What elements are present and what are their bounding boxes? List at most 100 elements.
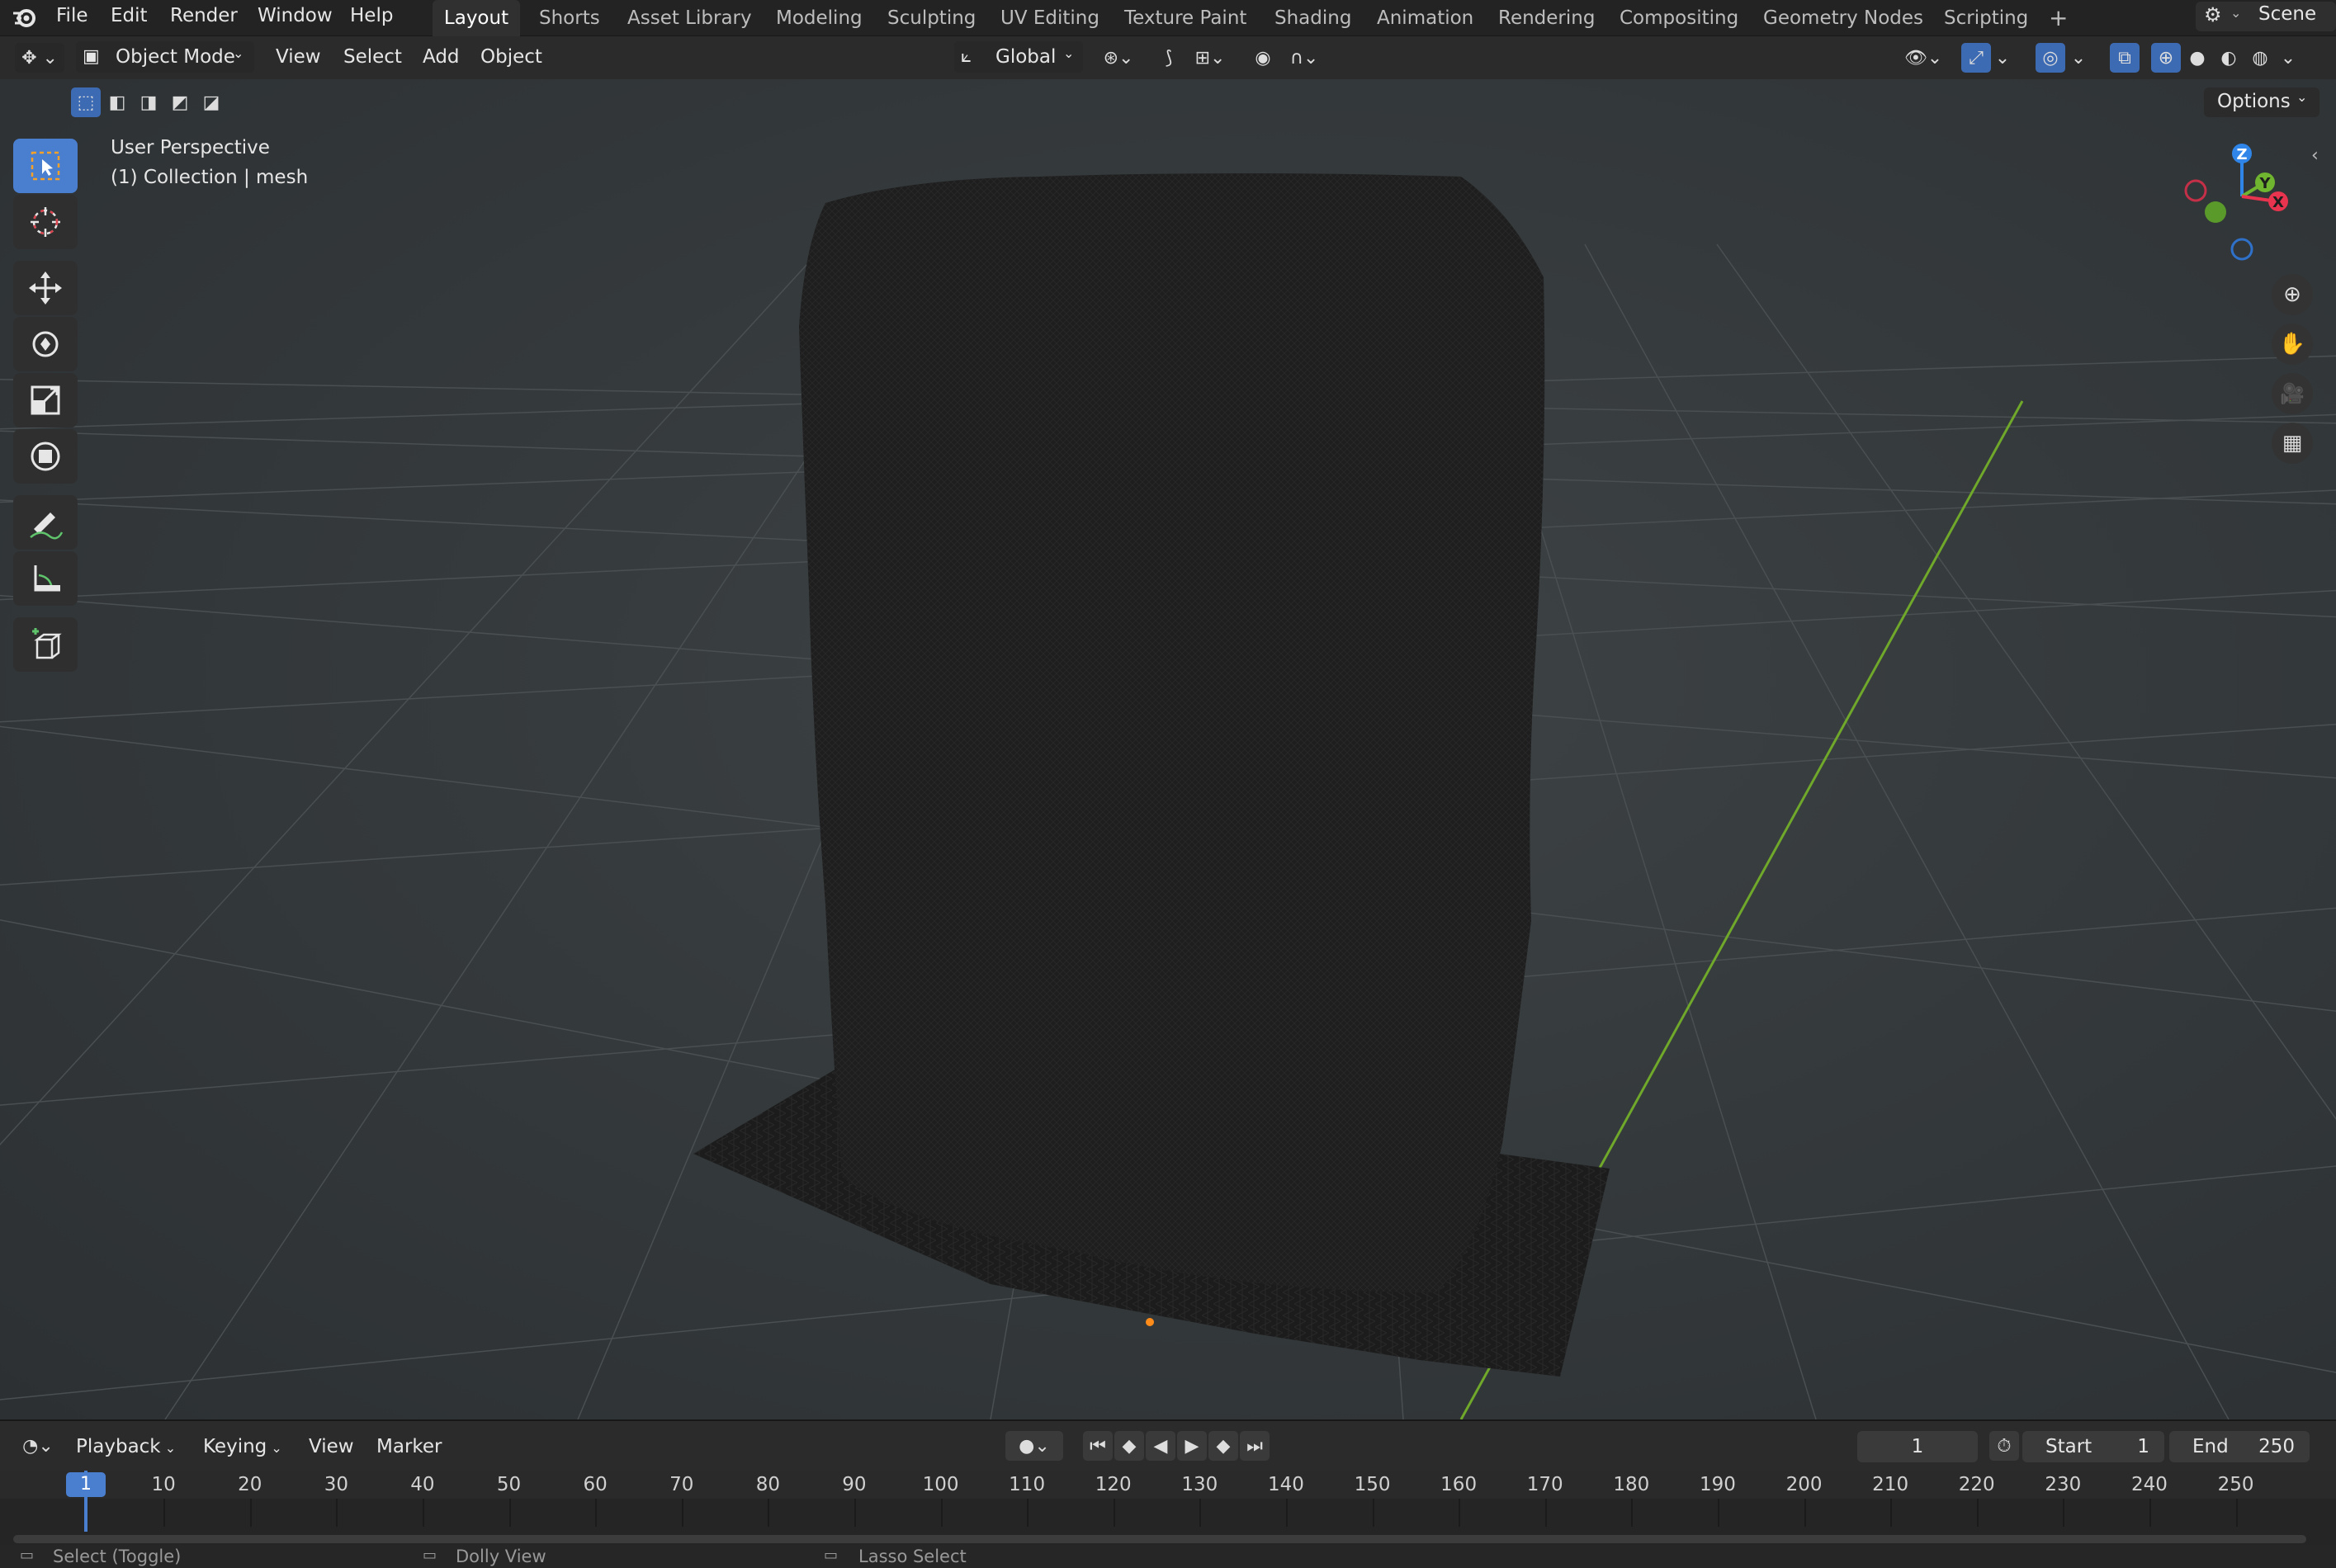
mouse-left-icon: ▭ bbox=[20, 1547, 35, 1564]
tab-geometry-nodes[interactable]: Geometry Nodes bbox=[1763, 0, 1923, 36]
timeline-marker-menu[interactable]: Marker bbox=[376, 1431, 442, 1462]
tab-compositing[interactable]: Compositing bbox=[1620, 0, 1738, 36]
jump-start-icon[interactable]: ⏮ bbox=[1083, 1431, 1113, 1461]
select-intersect-icon[interactable]: ◪ bbox=[196, 87, 226, 117]
camera-view-icon[interactable]: 🎥 bbox=[2272, 373, 2313, 414]
select-box-icon bbox=[31, 151, 60, 181]
rotate-tool[interactable] bbox=[13, 317, 78, 371]
timeline-body[interactable]: 10 20 30 40 50 60 70 80 90 100 110 120 130 140 150 160 1… bbox=[0, 1471, 2336, 1545]
tab-shading[interactable]: Shading bbox=[1274, 0, 1351, 36]
navigation-gizmo[interactable]: Z Y X bbox=[2174, 137, 2315, 277]
editor-type-clock-icon[interactable]: ◔⌄ bbox=[13, 1431, 63, 1461]
select-subtract-icon[interactable]: ◨ bbox=[134, 87, 163, 117]
frame-label: 160 bbox=[1440, 1474, 1478, 1495]
overlays-toggle-icon[interactable]: ◎ bbox=[2036, 43, 2065, 73]
blender-logo-icon[interactable] bbox=[12, 5, 38, 31]
cursor-tool[interactable] bbox=[13, 195, 78, 249]
jump-end-icon[interactable]: ⏭ bbox=[1240, 1431, 1270, 1461]
gizmo-neg-x-icon[interactable] bbox=[2184, 179, 2207, 202]
frame-tick bbox=[1544, 1499, 1547, 1527]
tab-shorts[interactable]: Shorts bbox=[539, 0, 600, 36]
select-extend-icon[interactable]: ◧ bbox=[102, 87, 132, 117]
frame-label: 250 bbox=[2217, 1474, 2254, 1495]
sidebar-collapse-icon[interactable]: ‹ bbox=[2311, 145, 2319, 166]
tab-texture-paint[interactable]: Texture Paint bbox=[1124, 0, 1246, 36]
editor-type-icon[interactable]: ✥ ⌄ bbox=[15, 43, 64, 73]
use-preview-range-icon[interactable]: ⏱ bbox=[1989, 1431, 2019, 1461]
tab-scripting[interactable]: Scripting bbox=[1944, 0, 2028, 36]
tab-asset-library[interactable]: Asset Library bbox=[627, 0, 752, 36]
chevron-down-icon[interactable]: ⌄ bbox=[1993, 43, 2012, 73]
rendered-shading-icon[interactable]: ◍ bbox=[2245, 43, 2275, 73]
playhead-frame-badge[interactable]: 1 bbox=[66, 1472, 106, 1497]
frame-tick bbox=[1804, 1499, 1806, 1527]
tab-sculpting[interactable]: Sculpting bbox=[887, 0, 976, 36]
material-shading-icon[interactable]: ◐ bbox=[2214, 43, 2244, 73]
prev-keyframe-icon[interactable]: ◆ bbox=[1114, 1431, 1144, 1461]
chevron-down-icon[interactable]: ⌄ bbox=[2278, 43, 2298, 73]
menu-view[interactable]: View bbox=[276, 41, 321, 73]
select-difference-icon[interactable]: ◩ bbox=[165, 87, 195, 117]
menu-object[interactable]: Object bbox=[480, 41, 542, 73]
add-cube-tool[interactable] bbox=[13, 617, 78, 672]
tab-layout[interactable]: Layout bbox=[433, 0, 520, 36]
play-icon[interactable]: ▶ bbox=[1177, 1431, 1207, 1461]
transform-tool[interactable] bbox=[13, 429, 78, 484]
gizmo-neg-z-icon[interactable] bbox=[2230, 238, 2253, 261]
select-new-icon[interactable]: ⬚ bbox=[71, 87, 101, 117]
menu-window[interactable]: Window bbox=[258, 0, 333, 36]
snap-icon[interactable]: ⟆ bbox=[1154, 43, 1184, 73]
menu-render[interactable]: Render bbox=[170, 0, 238, 36]
current-frame-field[interactable]: 1 bbox=[1857, 1431, 1978, 1462]
menu-edit[interactable]: Edit bbox=[111, 0, 148, 36]
record-keyframe-icon[interactable]: ●⌄ bbox=[1005, 1431, 1063, 1461]
wireframe-shading-icon[interactable]: ⊕ bbox=[2151, 43, 2181, 73]
gizmo-toggle-icon[interactable]: ⤢ bbox=[1961, 43, 1991, 73]
menu-file[interactable]: File bbox=[56, 0, 88, 36]
snap-target-icon[interactable]: ⊞⌄ bbox=[1185, 43, 1235, 73]
start-label: Start bbox=[2045, 1436, 2092, 1457]
xray-toggle-icon[interactable]: ⧉ bbox=[2110, 43, 2140, 73]
menu-add[interactable]: Add bbox=[423, 41, 460, 73]
playback-menu[interactable]: Playback ⌄ bbox=[76, 1431, 176, 1462]
mode-dropdown[interactable]: ▣ Object Mode ⌄ bbox=[76, 41, 254, 73]
move-tool[interactable] bbox=[13, 261, 78, 315]
proportional-edit-icon[interactable]: ◉ bbox=[1248, 43, 1278, 73]
scene-selector[interactable]: ⚙ ⌄ Scene bbox=[2196, 2, 2336, 31]
frame-label: 240 bbox=[2130, 1474, 2168, 1495]
measure-tool[interactable] bbox=[13, 551, 78, 606]
gizmo-neg-y-icon[interactable] bbox=[2205, 201, 2226, 223]
3d-viewport[interactable]: User Perspective (1) Collection | mesh ⬚… bbox=[0, 79, 2336, 1419]
scale-tool[interactable] bbox=[13, 373, 78, 427]
transform-orientation-dropdown[interactable]: ⟀ Global ⌄ bbox=[954, 41, 1083, 73]
frame-label: 120 bbox=[1095, 1474, 1132, 1495]
pan-hand-icon[interactable]: ✋ bbox=[2272, 324, 2313, 365]
add-workspace-button[interactable]: + bbox=[2049, 0, 2068, 36]
zoom-icon[interactable]: ⊕ bbox=[2272, 274, 2313, 315]
chevron-down-icon[interactable]: ⌄ bbox=[2069, 43, 2088, 73]
tab-modeling[interactable]: Modeling bbox=[776, 0, 863, 36]
chevron-down-icon: ⌄ bbox=[1063, 45, 1075, 61]
falloff-icon[interactable]: ∩⌄ bbox=[1279, 43, 1329, 73]
select-box-tool[interactable] bbox=[13, 139, 78, 193]
keying-menu[interactable]: Keying ⌄ bbox=[203, 1431, 282, 1462]
next-keyframe-icon[interactable]: ◆ bbox=[1208, 1431, 1238, 1461]
tab-rendering[interactable]: Rendering bbox=[1498, 0, 1595, 36]
frame-tick bbox=[595, 1499, 598, 1527]
menu-select[interactable]: Select bbox=[343, 41, 402, 73]
tab-uv-editing[interactable]: UV Editing bbox=[1000, 0, 1099, 36]
start-frame-field[interactable]: Start 1 bbox=[2022, 1431, 2164, 1462]
end-frame-field[interactable]: End 250 bbox=[2169, 1431, 2310, 1462]
annotate-icon bbox=[30, 512, 64, 540]
ortho-grid-icon[interactable]: ▦ bbox=[2272, 423, 2313, 464]
options-dropdown[interactable]: Options ⌄ bbox=[2204, 87, 2319, 117]
visibility-icon[interactable]: 👁⌄ bbox=[1899, 43, 1948, 73]
pivot-point-icon[interactable]: ⊛⌄ bbox=[1095, 43, 1142, 73]
menu-help[interactable]: Help bbox=[350, 0, 393, 36]
annotate-tool[interactable] bbox=[13, 495, 78, 550]
solid-shading-icon[interactable]: ● bbox=[2182, 43, 2212, 73]
tab-animation[interactable]: Animation bbox=[1377, 0, 1473, 36]
play-reverse-icon[interactable]: ◀ bbox=[1146, 1431, 1175, 1461]
timeline-scrollbar[interactable] bbox=[13, 1535, 2306, 1543]
timeline-view-menu[interactable]: View bbox=[309, 1431, 354, 1462]
